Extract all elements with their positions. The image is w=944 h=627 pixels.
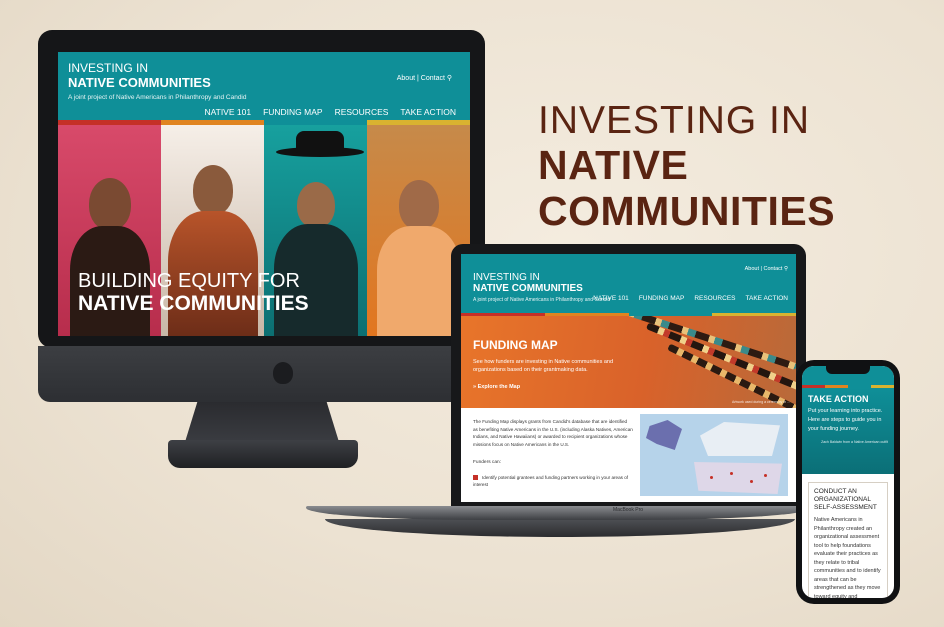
desktop-screen: INVESTING IN NATIVE COMMUNITIES A joint … xyxy=(58,52,470,336)
contact-link[interactable]: Contact xyxy=(421,75,445,82)
hero-line1: BUILDING EQUITY FOR xyxy=(78,270,300,292)
desktop-hero-title: BUILDING EQUITY FOR NATIVE COMMUNITIES xyxy=(78,270,309,316)
card-text: Native Americans in Philanthropy created… xyxy=(814,517,881,598)
page-headline: INVESTING IN NATIVE COMMUNITIES xyxy=(538,99,944,235)
phone-page-title: TAKE ACTION xyxy=(808,394,869,404)
bullet-1-text: Identify potential grantees and funding … xyxy=(473,475,629,487)
util-separator: | xyxy=(760,266,762,272)
funding-map-body: The Funding Map displays grants from Can… xyxy=(461,408,796,502)
headline-line2: NATIVE COMMUNITIES xyxy=(538,142,836,234)
apple-logo-icon xyxy=(273,362,293,384)
headline-line1: INVESTING IN xyxy=(538,99,811,142)
nav-funding-map[interactable]: FUNDING MAP xyxy=(639,295,685,302)
laptop-logo[interactable]: INVESTING IN NATIVE COMMUNITIES A joint … xyxy=(473,272,610,303)
nav-native-101[interactable]: NATIVE 101 xyxy=(593,295,629,302)
laptop-base xyxy=(306,506,812,520)
desktop-hero: BUILDING EQUITY FOR NATIVE COMMUNITIES xyxy=(58,125,470,336)
imac-chin xyxy=(38,346,485,402)
color-stripe xyxy=(802,385,894,388)
contact-link[interactable]: Contact xyxy=(763,266,782,272)
about-link[interactable]: About xyxy=(745,266,759,272)
map-marker[interactable] xyxy=(750,480,753,483)
funding-map-widget[interactable] xyxy=(640,414,788,496)
about-link[interactable]: About xyxy=(397,75,415,82)
brand-line2: NATIVE COMMUNITIES xyxy=(473,283,583,294)
explore-map-link[interactable]: » Explore the Map xyxy=(473,384,520,390)
laptop-screen: INVESTING IN NATIVE COMMUNITIES A joint … xyxy=(461,254,796,502)
funders-bullet-1: Identify potential grantees and funding … xyxy=(473,474,633,488)
nav-take-action[interactable]: TAKE ACTION xyxy=(746,295,789,302)
imac-foot xyxy=(168,440,358,468)
nav-funding-map[interactable]: FUNDING MAP xyxy=(263,107,323,117)
laptop-model-label: MacBook Pro xyxy=(613,507,644,513)
page-title: FUNDING MAP xyxy=(473,338,558,352)
brand-line1: INVESTING IN xyxy=(473,272,540,283)
imac-stand xyxy=(185,402,339,442)
laptop-nav: NATIVE 101 FUNDING MAP RESOURCES TAKE AC… xyxy=(593,295,788,302)
nav-native-101[interactable]: NATIVE 101 xyxy=(204,107,251,117)
laptop-site-header: INVESTING IN NATIVE COMMUNITIES A joint … xyxy=(461,254,796,313)
util-separator: | xyxy=(417,75,419,82)
brand-tagline: A joint project of Native Americans in P… xyxy=(473,297,611,303)
nav-resources[interactable]: RESOURCES xyxy=(694,295,735,302)
funding-map-hero: FUNDING MAP See how funders are investin… xyxy=(461,316,796,408)
nav-resources[interactable]: RESOURCES xyxy=(335,107,389,117)
us-region[interactable] xyxy=(694,462,782,494)
desktop-nav: NATIVE 101 FUNDING MAP RESOURCES TAKE AC… xyxy=(204,107,456,117)
laptop-utility-links: About | Contact ⚲ xyxy=(745,266,788,272)
double-chevron-icon: » xyxy=(473,384,477,390)
desktop-site-header: INVESTING IN NATIVE COMMUNITIES A joint … xyxy=(58,52,470,120)
phone-image-credit: Zach Baldwin from a Native American outf… xyxy=(821,440,888,444)
funders-can-label: Funders can: xyxy=(473,460,501,465)
self-assessment-card[interactable]: CONDUCT AN ORGANIZATIONAL SELF-ASSESSMEN… xyxy=(808,482,888,598)
map-marker[interactable] xyxy=(710,476,713,479)
laptop-base-shadow xyxy=(325,519,795,537)
canada-region xyxy=(700,422,780,456)
body-paragraph: The Funding Map displays grants from Can… xyxy=(473,419,633,447)
brand-line2: NATIVE COMMUNITIES xyxy=(68,75,211,90)
phone-notch xyxy=(826,366,870,374)
image-caption: Artwork used during a ceremony in ... xyxy=(732,400,790,404)
desktop-logo[interactable]: INVESTING IN NATIVE COMMUNITIES A joint … xyxy=(68,61,247,102)
search-icon[interactable]: ⚲ xyxy=(447,75,452,82)
bullet-icon xyxy=(473,475,478,481)
nav-take-action[interactable]: TAKE ACTION xyxy=(400,107,456,117)
search-icon[interactable]: ⚲ xyxy=(784,266,788,272)
phone-screen: TAKE ACTION Put your learning into pract… xyxy=(802,366,894,598)
alaska-region[interactable] xyxy=(646,420,682,450)
hero-intro: See how funders are investing in Native … xyxy=(473,359,614,373)
take-action-hero: TAKE ACTION Put your learning into pract… xyxy=(802,388,894,474)
card-title: CONDUCT AN ORGANIZATIONAL SELF-ASSESSMEN… xyxy=(814,488,877,511)
brand-tagline: A joint project of Native Americans in P… xyxy=(68,94,247,101)
map-marker[interactable] xyxy=(730,472,733,475)
utility-links: About | Contact ⚲ xyxy=(397,74,452,82)
explore-map-label: Explore the Map xyxy=(477,384,521,390)
phone-intro: Put your learning into practice. Here ar… xyxy=(808,408,883,432)
map-marker[interactable] xyxy=(764,474,767,477)
brand-line1: INVESTING IN xyxy=(68,61,149,75)
hero-line2: NATIVE COMMUNITIES xyxy=(78,292,309,315)
